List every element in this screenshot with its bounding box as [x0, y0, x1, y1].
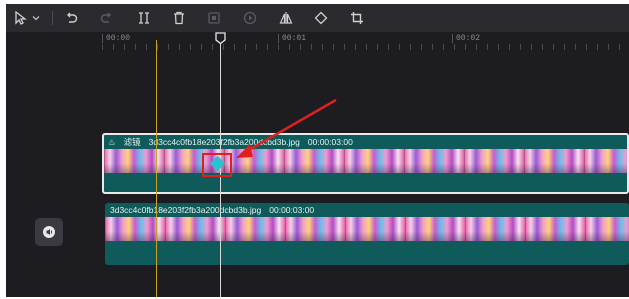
mirror-icon[interactable]: [278, 8, 294, 28]
freeze-frame-icon[interactable]: [206, 8, 222, 28]
ruler-ticks: [102, 44, 629, 50]
editor-window: 00:00 00:01 00:02 ♨ 滤镜 3d3cc4c0fb18e203f…: [6, 4, 629, 297]
clip-footer: [104, 173, 627, 183]
undo-icon[interactable]: [64, 8, 80, 28]
track-audio-toggle[interactable]: [35, 218, 63, 246]
clip-duration: 00:00:03:00: [269, 205, 315, 215]
timeline-toolbar: [6, 4, 629, 33]
speaker-icon: [43, 226, 55, 238]
split-icon[interactable]: [136, 8, 152, 28]
chevron-down-icon[interactable]: [30, 8, 42, 28]
select-pointer-icon[interactable]: [12, 8, 28, 28]
delete-icon[interactable]: [171, 8, 187, 28]
filter-label: 滤镜: [123, 137, 141, 147]
video-clip-track-2[interactable]: 3d3cc4c0fb18e203f2fb3a200dcbd3b.jpg 00:0…: [105, 203, 629, 265]
clip-header: ♨ 滤镜 3d3cc4c0fb18e203f2fb3a200dcbd3b.jpg…: [104, 135, 627, 149]
crop-icon[interactable]: [349, 8, 365, 28]
redo-icon[interactable]: [98, 8, 114, 28]
playhead-handle[interactable]: [215, 32, 226, 44]
clip-filename: 3d3cc4c0fb18e203f2fb3a200dcbd3b.jpg: [148, 137, 300, 147]
time-ruler[interactable]: 00:00 00:01 00:02: [6, 32, 629, 52]
clip-header: 3d3cc4c0fb18e203f2fb3a200dcbd3b.jpg 00:0…: [105, 203, 629, 217]
clip-thumbnails: [105, 217, 629, 241]
toolbar-divider: [52, 11, 53, 25]
clip-thumbnails: [104, 149, 627, 173]
ruler-label: 00:00: [102, 34, 130, 43]
clip-filename: 3d3cc4c0fb18e203f2fb3a200dcbd3b.jpg: [110, 205, 262, 215]
play-reverse-icon[interactable]: [242, 8, 258, 28]
video-clip-track-1[interactable]: ♨ 滤镜 3d3cc4c0fb18e203f2fb3a200dcbd3b.jpg…: [102, 133, 629, 194]
clip-footer: [105, 241, 629, 251]
rotate-icon[interactable]: [313, 8, 329, 28]
marker-line: [156, 40, 157, 297]
ruler-label: 00:02: [452, 34, 480, 43]
clip-duration: 00:00:03:00: [307, 137, 353, 147]
ruler-label: 00:01: [278, 34, 306, 43]
filter-icon: ♨: [108, 136, 116, 147]
